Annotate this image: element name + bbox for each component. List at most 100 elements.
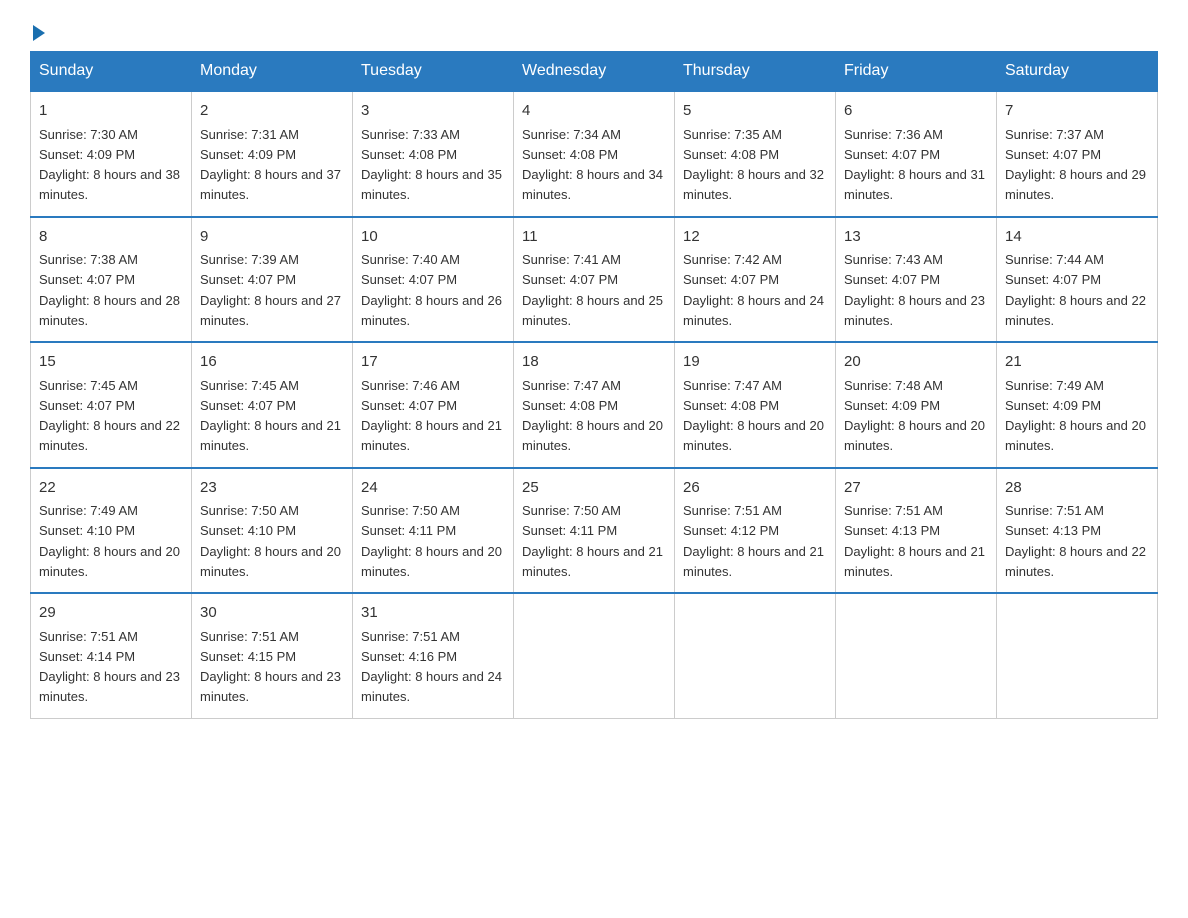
day-number: 21 — [1005, 351, 1149, 374]
day-number: 14 — [1005, 226, 1149, 249]
day-info: Sunrise: 7:38 AMSunset: 4:07 PMDaylight:… — [39, 252, 180, 328]
day-number: 19 — [683, 351, 827, 374]
week-row-3: 15 Sunrise: 7:45 AMSunset: 4:07 PMDayligh… — [31, 342, 1158, 468]
calendar-cell: 1 Sunrise: 7:30 AMSunset: 4:09 PMDaylight… — [31, 91, 192, 217]
page-header — [30, 20, 1158, 41]
calendar-cell — [675, 593, 836, 718]
week-row-4: 22 Sunrise: 7:49 AMSunset: 4:10 PMDayligh… — [31, 468, 1158, 594]
day-info: Sunrise: 7:51 AMSunset: 4:13 PMDaylight:… — [844, 503, 985, 579]
day-number: 22 — [39, 477, 183, 500]
day-info: Sunrise: 7:49 AMSunset: 4:10 PMDaylight:… — [39, 503, 180, 579]
header-wednesday: Wednesday — [514, 52, 675, 92]
calendar-cell — [997, 593, 1158, 718]
calendar-cell: 12 Sunrise: 7:42 AMSunset: 4:07 PMDayligh… — [675, 217, 836, 343]
calendar-cell: 29 Sunrise: 7:51 AMSunset: 4:14 PMDayligh… — [31, 593, 192, 718]
day-number: 10 — [361, 226, 505, 249]
calendar-cell: 23Sunrise: 7:50 AMSunset: 4:10 PMDayligh… — [192, 468, 353, 594]
day-number: 17 — [361, 351, 505, 374]
calendar-cell: 5Sunrise: 7:35 AMSunset: 4:08 PMDaylight… — [675, 91, 836, 217]
day-info: Sunrise: 7:47 AMSunset: 4:08 PMDaylight:… — [522, 378, 663, 454]
calendar-cell: 30 Sunrise: 7:51 AMSunset: 4:15 PMDayligh… — [192, 593, 353, 718]
day-number: 16 — [200, 351, 344, 374]
day-number: 4 — [522, 100, 666, 123]
day-info: Sunrise: 7:51 AMSunset: 4:12 PMDaylight:… — [683, 503, 824, 579]
calendar-cell: 2 Sunrise: 7:31 AMSunset: 4:09 PMDaylight… — [192, 91, 353, 217]
day-number: 29 — [39, 602, 183, 625]
calendar-cell: 24 Sunrise: 7:50 AMSunset: 4:11 PMDayligh… — [353, 468, 514, 594]
day-number: 24 — [361, 477, 505, 500]
calendar-cell: 22 Sunrise: 7:49 AMSunset: 4:10 PMDayligh… — [31, 468, 192, 594]
week-row-5: 29 Sunrise: 7:51 AMSunset: 4:14 PMDayligh… — [31, 593, 1158, 718]
header-friday: Friday — [836, 52, 997, 92]
calendar-cell: 20 Sunrise: 7:48 AMSunset: 4:09 PMDayligh… — [836, 342, 997, 468]
calendar-header-row: SundayMondayTuesdayWednesdayThursdayFrid… — [31, 52, 1158, 92]
header-saturday: Saturday — [997, 52, 1158, 92]
day-info: Sunrise: 7:36 AMSunset: 4:07 PMDaylight:… — [844, 127, 985, 203]
day-info: Sunrise: 7:42 AMSunset: 4:07 PMDaylight:… — [683, 252, 824, 328]
day-info: Sunrise: 7:46 AMSunset: 4:07 PMDaylight:… — [361, 378, 502, 454]
day-number: 12 — [683, 226, 827, 249]
calendar-cell: 25 Sunrise: 7:50 AMSunset: 4:11 PMDayligh… — [514, 468, 675, 594]
day-number: 3 — [361, 100, 505, 123]
day-info: Sunrise: 7:33 AMSunset: 4:08 PMDaylight:… — [361, 127, 502, 203]
day-number: 15 — [39, 351, 183, 374]
day-number: 9 — [200, 226, 344, 249]
logo — [30, 20, 45, 41]
day-info: Sunrise: 7:31 AMSunset: 4:09 PMDaylight:… — [200, 127, 341, 203]
logo-triangle-icon — [33, 25, 45, 41]
day-number: 20 — [844, 351, 988, 374]
day-number: 25 — [522, 477, 666, 500]
calendar-cell: 21 Sunrise: 7:49 AMSunset: 4:09 PMDayligh… — [997, 342, 1158, 468]
day-info: Sunrise: 7:50 AMSunset: 4:11 PMDaylight:… — [361, 503, 502, 579]
day-info: Sunrise: 7:45 AMSunset: 4:07 PMDaylight:… — [200, 378, 341, 454]
day-info: Sunrise: 7:51 AMSunset: 4:13 PMDaylight:… — [1005, 503, 1146, 579]
day-number: 8 — [39, 226, 183, 249]
calendar-cell: 8 Sunrise: 7:38 AMSunset: 4:07 PMDaylight… — [31, 217, 192, 343]
day-info: Sunrise: 7:34 AMSunset: 4:08 PMDaylight:… — [522, 127, 663, 203]
day-number: 6 — [844, 100, 988, 123]
calendar-cell: 26 Sunrise: 7:51 AMSunset: 4:12 PMDayligh… — [675, 468, 836, 594]
header-monday: Monday — [192, 52, 353, 92]
day-info: Sunrise: 7:50 AMSunset: 4:11 PMDaylight:… — [522, 503, 663, 579]
calendar-cell: 7 Sunrise: 7:37 AMSunset: 4:07 PMDaylight… — [997, 91, 1158, 217]
day-number: 18 — [522, 351, 666, 374]
day-info: Sunrise: 7:30 AMSunset: 4:09 PMDaylight:… — [39, 127, 180, 203]
day-info: Sunrise: 7:51 AMSunset: 4:14 PMDaylight:… — [39, 629, 180, 705]
day-number: 30 — [200, 602, 344, 625]
calendar-cell: 14Sunrise: 7:44 AMSunset: 4:07 PMDayligh… — [997, 217, 1158, 343]
day-info: Sunrise: 7:39 AMSunset: 4:07 PMDaylight:… — [200, 252, 341, 328]
calendar-cell: 6 Sunrise: 7:36 AMSunset: 4:07 PMDaylight… — [836, 91, 997, 217]
calendar-cell: 10 Sunrise: 7:40 AMSunset: 4:07 PMDayligh… — [353, 217, 514, 343]
calendar-cell: 11Sunrise: 7:41 AMSunset: 4:07 PMDayligh… — [514, 217, 675, 343]
header-thursday: Thursday — [675, 52, 836, 92]
day-number: 27 — [844, 477, 988, 500]
day-number: 2 — [200, 100, 344, 123]
calendar-cell: 15 Sunrise: 7:45 AMSunset: 4:07 PMDayligh… — [31, 342, 192, 468]
day-info: Sunrise: 7:48 AMSunset: 4:09 PMDaylight:… — [844, 378, 985, 454]
day-number: 13 — [844, 226, 988, 249]
calendar-table: SundayMondayTuesdayWednesdayThursdayFrid… — [30, 51, 1158, 719]
day-info: Sunrise: 7:51 AMSunset: 4:15 PMDaylight:… — [200, 629, 341, 705]
calendar-cell: 19 Sunrise: 7:47 AMSunset: 4:08 PMDayligh… — [675, 342, 836, 468]
day-number: 1 — [39, 100, 183, 123]
calendar-cell — [836, 593, 997, 718]
header-sunday: Sunday — [31, 52, 192, 92]
day-number: 7 — [1005, 100, 1149, 123]
day-info: Sunrise: 7:37 AMSunset: 4:07 PMDaylight:… — [1005, 127, 1146, 203]
day-number: 31 — [361, 602, 505, 625]
header-tuesday: Tuesday — [353, 52, 514, 92]
calendar-cell: 16 Sunrise: 7:45 AMSunset: 4:07 PMDayligh… — [192, 342, 353, 468]
day-info: Sunrise: 7:45 AMSunset: 4:07 PMDaylight:… — [39, 378, 180, 454]
day-info: Sunrise: 7:41 AMSunset: 4:07 PMDaylight:… — [522, 252, 663, 328]
day-info: Sunrise: 7:51 AMSunset: 4:16 PMDaylight:… — [361, 629, 502, 705]
day-info: Sunrise: 7:47 AMSunset: 4:08 PMDaylight:… — [683, 378, 824, 454]
day-number: 28 — [1005, 477, 1149, 500]
week-row-1: 1 Sunrise: 7:30 AMSunset: 4:09 PMDaylight… — [31, 91, 1158, 217]
week-row-2: 8 Sunrise: 7:38 AMSunset: 4:07 PMDaylight… — [31, 217, 1158, 343]
calendar-cell — [514, 593, 675, 718]
day-info: Sunrise: 7:49 AMSunset: 4:09 PMDaylight:… — [1005, 378, 1146, 454]
day-number: 26 — [683, 477, 827, 500]
calendar-cell: 31 Sunrise: 7:51 AMSunset: 4:16 PMDayligh… — [353, 593, 514, 718]
day-info: Sunrise: 7:40 AMSunset: 4:07 PMDaylight:… — [361, 252, 502, 328]
day-info: Sunrise: 7:43 AMSunset: 4:07 PMDaylight:… — [844, 252, 985, 328]
